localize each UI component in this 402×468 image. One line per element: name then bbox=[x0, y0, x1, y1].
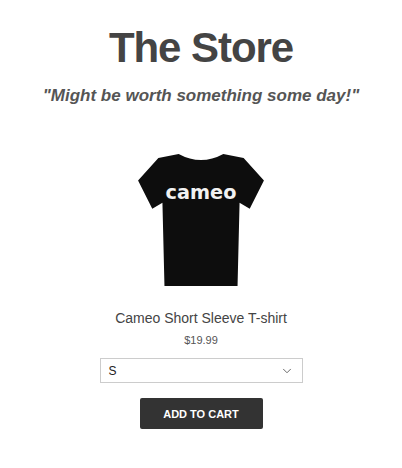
product-name[interactable]: Cameo Short Sleeve T-shirt bbox=[115, 308, 287, 328]
store-tagline: "Might be worth something some day!" bbox=[43, 84, 359, 108]
svg-text:cameo: cameo bbox=[166, 181, 237, 204]
add-to-cart-button[interactable]: ADD TO CART bbox=[140, 398, 263, 429]
store-title: The Store bbox=[109, 24, 293, 72]
store-page: The Store "Might be worth something some … bbox=[0, 0, 402, 468]
t-shirt-image: cameo bbox=[138, 152, 264, 288]
chevron-down-icon bbox=[280, 364, 294, 378]
product-price: $19.99 bbox=[184, 332, 218, 348]
size-value: S bbox=[109, 363, 117, 379]
size-select[interactable]: S bbox=[100, 358, 303, 383]
product-image[interactable]: cameo bbox=[138, 152, 264, 294]
